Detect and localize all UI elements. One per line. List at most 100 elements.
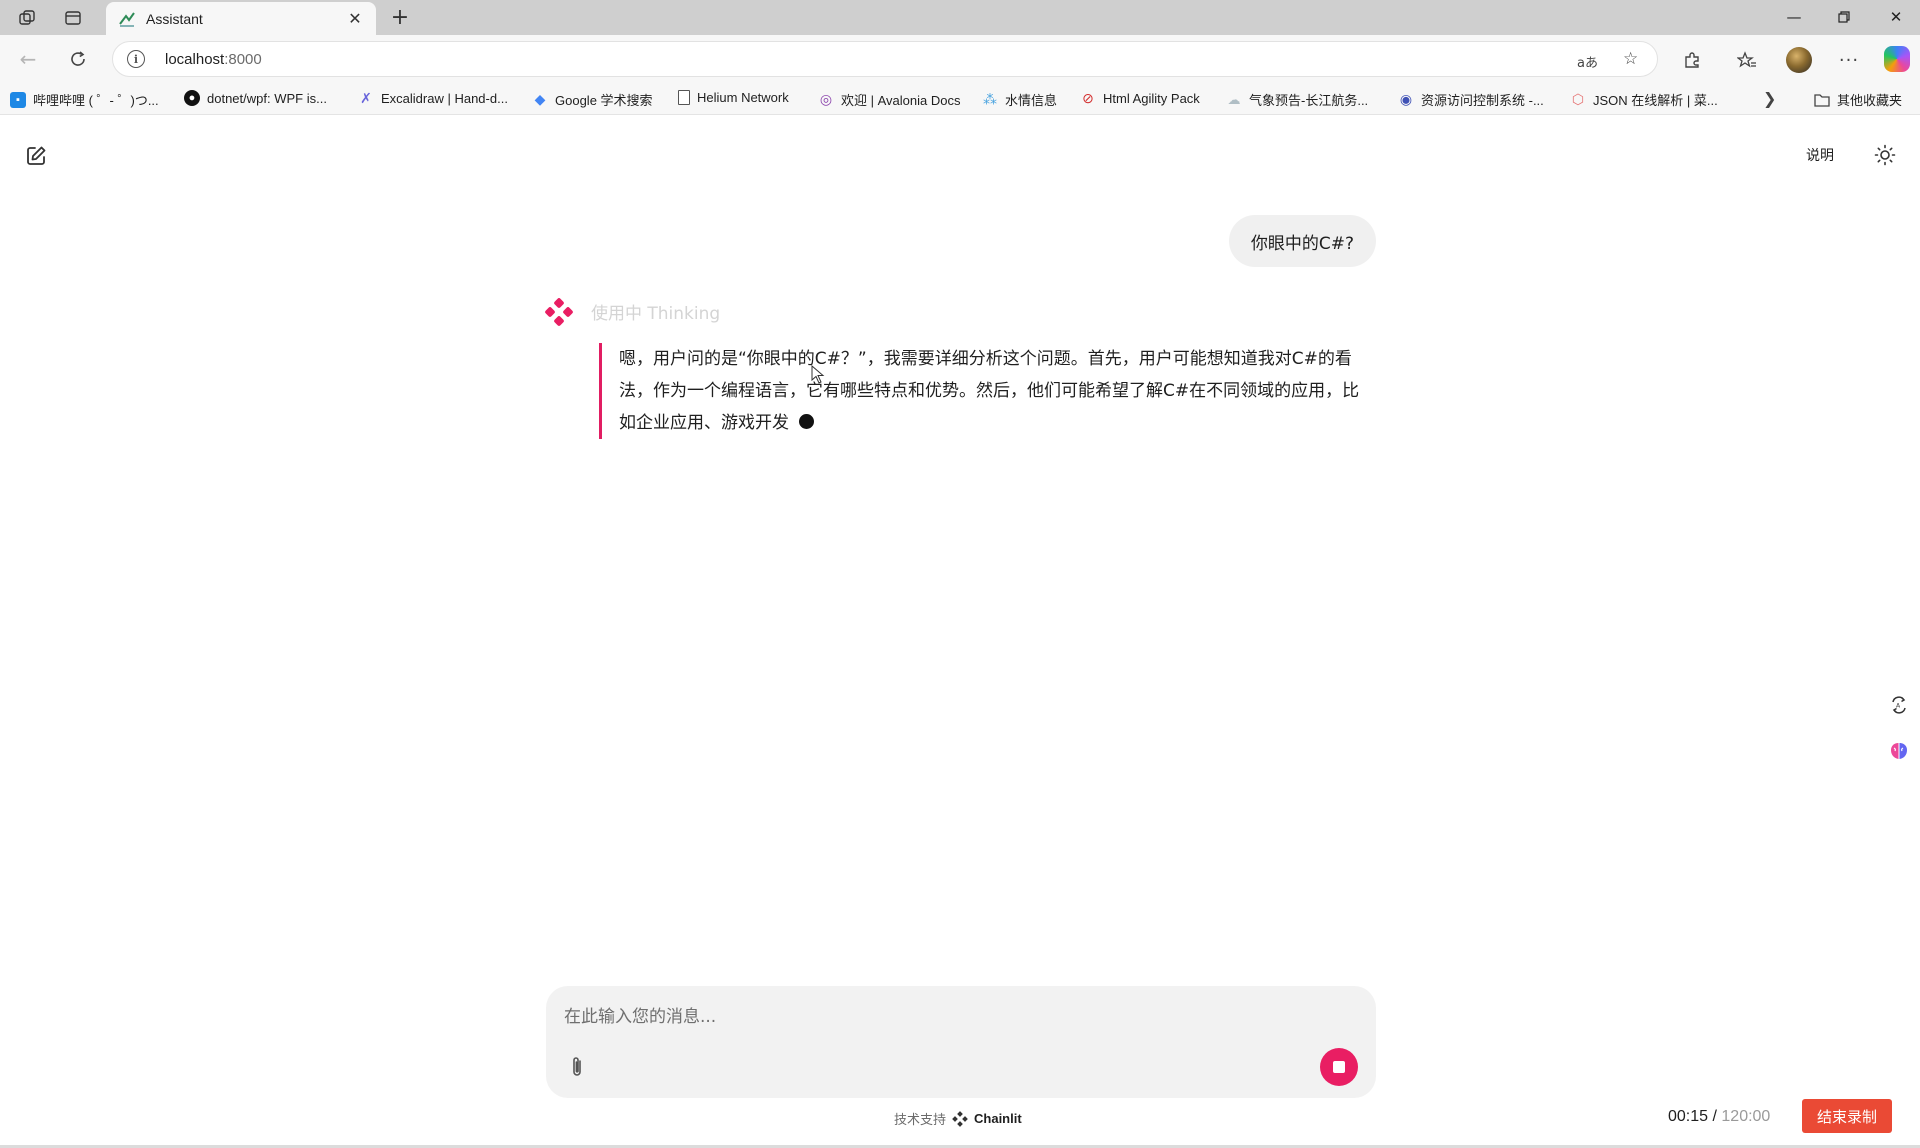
chainlit-logo-icon: [545, 298, 573, 326]
bookmark-item[interactable]: ⊘ Html Agility Pack: [1080, 90, 1200, 106]
close-tab-icon[interactable]: ✕: [346, 9, 364, 28]
side-floating-tools: A: [1878, 690, 1918, 780]
water-icon: ⁂: [983, 91, 997, 107]
translate-icon: A: [1892, 696, 1906, 714]
read-aloud-icon[interactable]: aあ: [1577, 52, 1598, 71]
stop-recording-button[interactable]: 结束录制: [1802, 1099, 1892, 1133]
bookmark-label: 气象预告-长江航务...: [1249, 93, 1369, 108]
bookmark-label: Html Agility Pack: [1103, 90, 1200, 106]
thinking-text-content: 嗯，用户问的是“你眼中的C#？”，我需要详细分析这个问题。首先，用户可能想知道我…: [619, 349, 1360, 433]
url-text[interactable]: localhost:8000: [165, 51, 262, 68]
bookmark-item[interactable]: ◎ 欢迎 | Avalonia Docs: [818, 90, 961, 109]
recording-separator: /: [1708, 1108, 1722, 1125]
stop-icon: [1333, 1061, 1345, 1073]
url-host: localhost: [165, 50, 225, 68]
powered-by-footer[interactable]: 技术支持 Chainlit: [894, 1109, 1022, 1128]
profile-avatar[interactable]: [1786, 47, 1812, 73]
chat-app: 说明 你眼中的C#? 使用中 Thinking 嗯，用户问的是“你眼中的C#？”…: [0, 115, 1920, 1148]
url-port: :8000: [224, 50, 262, 68]
powered-by-brand: Chainlit: [974, 1111, 1022, 1126]
bookmark-item[interactable]: ▪ 哔哩哔哩 ( ゜- ゜)つ...: [10, 90, 159, 109]
bookmark-label: 哔哩哔哩 ( ゜- ゜)つ...: [33, 93, 159, 108]
tab-title: Assistant: [146, 10, 203, 27]
excalidraw-icon: ✗: [360, 89, 372, 106]
readme-button[interactable]: 说明: [1806, 145, 1834, 165]
other-bookmarks-folder[interactable]: 其他收藏夹: [1814, 90, 1902, 109]
svg-text:A: A: [1896, 703, 1901, 710]
translate-button[interactable]: A: [1884, 690, 1914, 720]
bookmark-item[interactable]: ⁂ 水情信息: [982, 90, 1057, 109]
chainlit-small-logo-icon: [952, 1110, 968, 1127]
browser-tab-bar: Assistant ✕ + — ✕: [0, 0, 1920, 35]
vertical-tabs-icon[interactable]: [62, 7, 84, 29]
more-options-icon[interactable]: ···: [1836, 47, 1862, 73]
brain-icon: [1891, 743, 1907, 759]
bookmark-item[interactable]: ☁ 气象预告-长江航务...: [1226, 90, 1369, 109]
bookmark-label: Google 学术搜索: [555, 93, 653, 108]
bookmark-label: JSON 在线解析 | 菜...: [1593, 93, 1718, 108]
bookmark-label: Excalidraw | Hand-d...: [381, 90, 508, 106]
close-window-icon[interactable]: ✕: [1876, 4, 1916, 30]
thinking-step-label[interactable]: 使用中 Thinking: [591, 299, 720, 324]
sun-icon: [1874, 144, 1896, 166]
streaming-cursor-icon: [799, 414, 814, 429]
browser-toolbar: ← i localhost:8000 aあ ☆ ···: [0, 35, 1920, 83]
favorites-icon[interactable]: [1734, 47, 1760, 73]
new-tab-icon[interactable]: +: [388, 5, 412, 30]
bookmark-label: 资源访问控制系统 -...: [1421, 93, 1544, 108]
edit-icon: [27, 146, 46, 165]
new-chat-button[interactable]: [22, 142, 50, 170]
reload-icon[interactable]: [64, 45, 92, 73]
bookmarks-overflow-icon[interactable]: ❯: [1763, 89, 1776, 108]
copilot-icon[interactable]: [1884, 46, 1910, 72]
avalonia-icon: ◎: [819, 91, 833, 107]
google-scholar-icon: ◆: [534, 91, 546, 107]
extensions-icon[interactable]: [1679, 47, 1705, 73]
bookmark-item[interactable]: Helium Network: [678, 90, 789, 105]
bookmark-item[interactable]: ◉ 资源访问控制系统 -...: [1398, 90, 1544, 109]
user-message-bubble: 你眼中的C#?: [1228, 215, 1376, 267]
ai-assistant-button[interactable]: [1884, 736, 1914, 766]
thinking-text: 嗯，用户问的是“你眼中的C#？”，我需要详细分析这个问题。首先，用户可能想知道我…: [619, 343, 1375, 439]
user-message-text: 你眼中的C#?: [1250, 233, 1354, 254]
attach-file-button[interactable]: [564, 1052, 590, 1082]
powered-by-prefix: 技术支持: [894, 1113, 947, 1128]
active-tab[interactable]: Assistant ✕: [106, 2, 376, 35]
bookmark-item[interactable]: ⬡ JSON 在线解析 | 菜...: [1570, 90, 1718, 109]
favorite-star-icon[interactable]: ☆: [1623, 49, 1638, 69]
json-icon: ⬡: [1571, 91, 1585, 107]
weather-icon: ☁: [1227, 91, 1241, 107]
stop-generation-button[interactable]: [1320, 1048, 1358, 1086]
folder-icon: [1814, 92, 1830, 108]
message-input[interactable]: [564, 1002, 1344, 1032]
mouse-pointer-icon: [811, 365, 825, 384]
address-bar[interactable]: i localhost:8000 aあ ☆: [112, 41, 1658, 77]
back-icon[interactable]: ←: [14, 45, 42, 73]
recording-total: 120:00: [1721, 1108, 1771, 1125]
recording-timer: 00:15 / 120:00: [1668, 1108, 1770, 1126]
workspaces-icon[interactable]: [16, 7, 38, 29]
assistant-favicon-icon: [119, 11, 135, 27]
bookmark-label: Helium Network: [697, 90, 789, 105]
bookmark-item[interactable]: ◆ Google 学术搜索: [532, 90, 653, 109]
bookmarks-bar: ▪ 哔哩哔哩 ( ゜- ゜)つ... ● dotnet/wpf: WPF is.…: [0, 83, 1920, 115]
paperclip-icon: [573, 1057, 581, 1076]
bookmark-label: 水情信息: [1005, 93, 1058, 108]
github-icon: ●: [184, 90, 200, 106]
bookmark-label: 欢迎 | Avalonia Docs: [841, 93, 961, 108]
bookmark-label: dotnet/wpf: WPF is...: [207, 90, 327, 106]
recording-elapsed: 00:15: [1668, 1108, 1709, 1125]
restore-icon[interactable]: [1824, 4, 1864, 30]
bookmark-item[interactable]: ● dotnet/wpf: WPF is...: [184, 90, 327, 106]
theme-toggle-button[interactable]: [1872, 142, 1898, 168]
bookmark-item[interactable]: ✗ Excalidraw | Hand-d...: [358, 90, 508, 106]
access-control-icon: ◉: [1399, 91, 1413, 107]
thinking-content: 嗯，用户问的是“你眼中的C#？”，我需要详细分析这个问题。首先，用户可能想知道我…: [599, 343, 1375, 439]
page-icon: [678, 90, 690, 105]
bilibili-icon: ▪: [10, 91, 26, 108]
htmlagility-icon: ⊘: [1082, 89, 1094, 106]
message-composer: [546, 986, 1376, 1098]
other-bookmarks-label: 其他收藏夹: [1837, 93, 1903, 108]
site-info-icon[interactable]: i: [127, 50, 145, 68]
minimize-icon[interactable]: —: [1774, 4, 1814, 30]
